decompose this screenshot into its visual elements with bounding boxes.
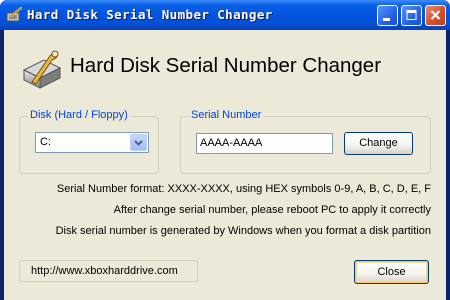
hard-disk-wrench-icon (22, 50, 62, 89)
close-button[interactable]: Close (354, 260, 429, 284)
serial-group: Serial Number AAAA-AAAA Change (180, 109, 431, 174)
disk-group-label: Disk (Hard / Floppy) (28, 109, 130, 121)
disk-select-dropdown-button[interactable] (130, 134, 147, 151)
disk-select-value: C: (40, 136, 51, 148)
disk-group: Disk (Hard / Floppy) C: (19, 109, 159, 174)
title-bar[interactable]: Hard Disk Serial Number Changer (0, 0, 450, 30)
website-url: http://www.xboxharddrive.com (31, 265, 178, 277)
chevron-down-icon (134, 140, 143, 146)
serial-group-label: Serial Number (189, 109, 264, 121)
close-icon (430, 10, 441, 20)
info-format-text: Serial Number format: XXXX-XXXX, using H… (56, 183, 431, 195)
minimize-icon (383, 18, 390, 21)
app-icon (6, 7, 22, 22)
info-generation-text: Disk serial number is generated by Windo… (55, 225, 431, 237)
serial-number-value: AAAA-AAAA (200, 137, 263, 149)
maximize-button[interactable] (401, 5, 422, 26)
maximize-icon (406, 10, 417, 20)
serial-number-input[interactable]: AAAA-AAAA (196, 133, 333, 154)
info-reboot-text: After change serial number, please reboo… (113, 204, 431, 216)
app-window: Hard Disk Serial Number Changer Hard Dis… (0, 0, 450, 300)
app-heading: Hard Disk Serial Number Changer (70, 54, 382, 77)
close-window-button[interactable] (425, 5, 446, 26)
minimize-button[interactable] (377, 5, 398, 26)
disk-select[interactable]: C: (35, 132, 149, 153)
window-title: Hard Disk Serial Number Changer (27, 7, 273, 22)
website-link[interactable]: http://www.xboxharddrive.com (19, 260, 198, 282)
change-button[interactable]: Change (344, 132, 413, 155)
dialog-body: Hard Disk Serial Number Changer Disk (Ha… (4, 30, 446, 300)
